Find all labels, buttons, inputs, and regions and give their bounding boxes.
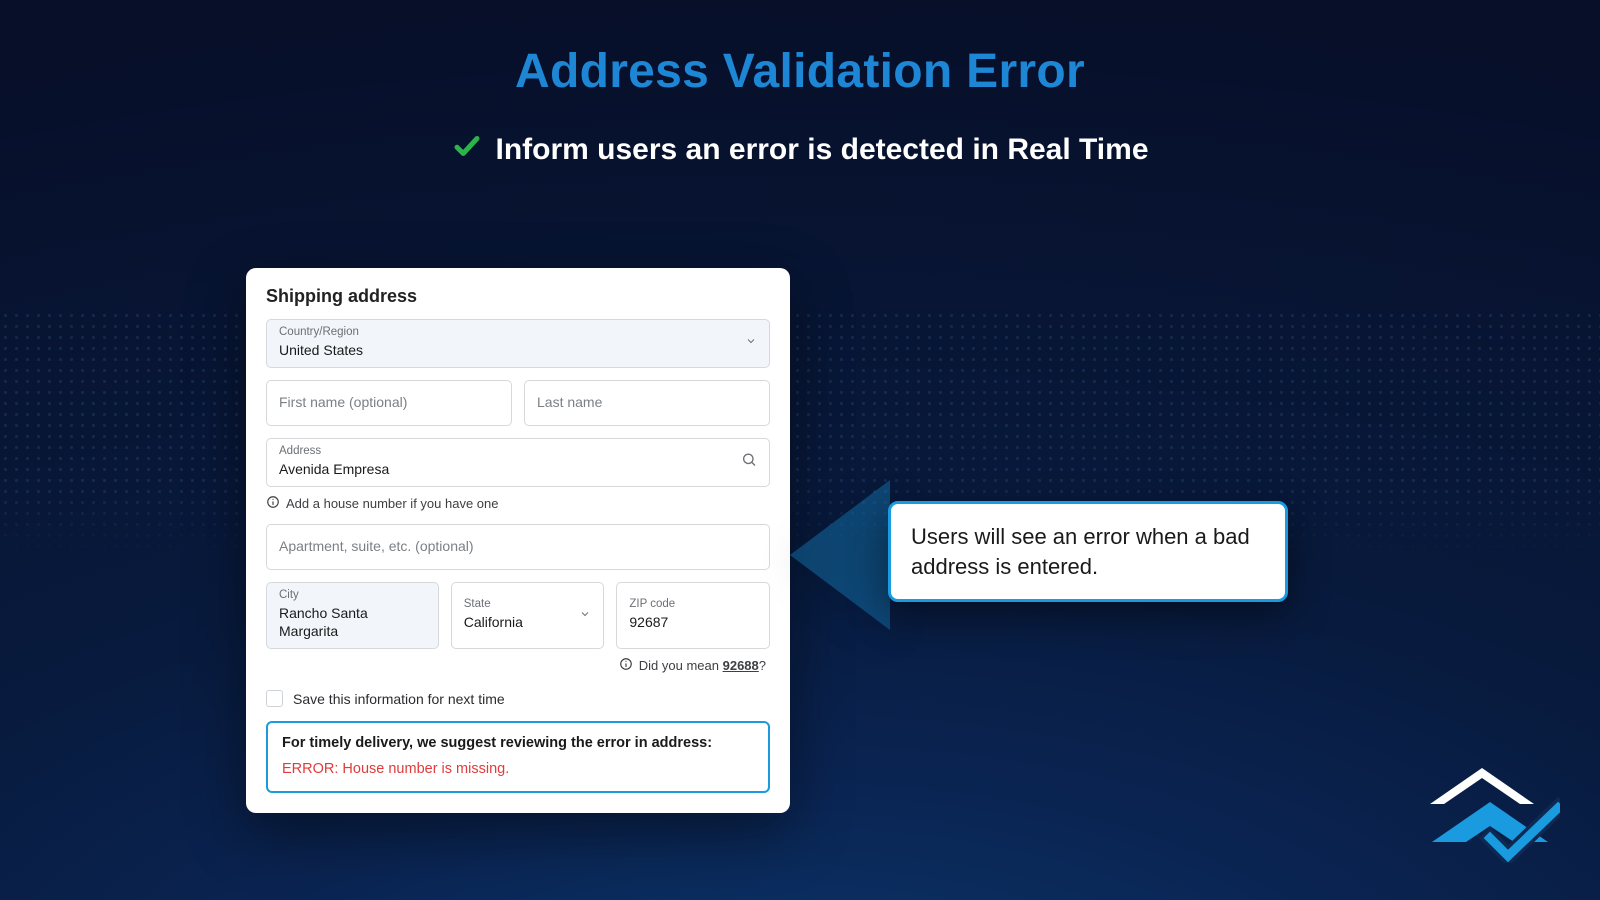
state-select[interactable]: State California bbox=[451, 582, 605, 649]
zip-hint-prefix: Did you mean bbox=[639, 658, 723, 673]
city-value: Rancho Santa Margarita bbox=[279, 604, 426, 640]
city-input[interactable]: City Rancho Santa Margarita bbox=[266, 582, 439, 649]
brand-logo bbox=[1430, 768, 1560, 868]
error-panel: For timely delivery, we suggest reviewin… bbox=[266, 721, 770, 793]
search-icon bbox=[741, 452, 757, 473]
state-label: State bbox=[464, 598, 592, 612]
chevron-down-icon bbox=[745, 334, 757, 352]
apartment-placeholder: Apartment, suite, etc. (optional) bbox=[279, 538, 757, 554]
section-title: Shipping address bbox=[266, 286, 770, 307]
first-name-input[interactable]: First name (optional) bbox=[266, 380, 512, 426]
address-input[interactable]: Address Avenida Empresa bbox=[266, 438, 770, 487]
city-label: City bbox=[279, 589, 426, 603]
country-select[interactable]: Country/Region United States bbox=[266, 319, 770, 368]
shipping-address-card: Shipping address Country/Region United S… bbox=[246, 268, 790, 813]
first-name-placeholder: First name (optional) bbox=[279, 394, 499, 410]
skyline-decoration bbox=[0, 310, 1600, 560]
country-label: Country/Region bbox=[279, 326, 757, 340]
explainer-callout: Users will see an error when a bad addre… bbox=[888, 501, 1288, 602]
address-label: Address bbox=[279, 445, 757, 459]
error-message: ERROR: House number is missing. bbox=[282, 761, 754, 777]
zip-input[interactable]: ZIP code 92687 bbox=[616, 582, 770, 649]
save-info-label: Save this information for next time bbox=[293, 691, 505, 707]
last-name-input[interactable]: Last name bbox=[524, 380, 770, 426]
page-title: Address Validation Error bbox=[0, 0, 1600, 99]
save-info-checkbox[interactable] bbox=[266, 690, 283, 707]
country-value: United States bbox=[279, 341, 757, 359]
subtitle: Inform users an error is detected in Rea… bbox=[0, 131, 1600, 169]
state-value: California bbox=[464, 613, 592, 631]
last-name-placeholder: Last name bbox=[537, 394, 757, 410]
address-hint-text: Add a house number if you have one bbox=[286, 496, 498, 511]
apartment-input[interactable]: Apartment, suite, etc. (optional) bbox=[266, 524, 770, 570]
zip-label: ZIP code bbox=[629, 598, 757, 612]
callout-text: Users will see an error when a bad addre… bbox=[911, 524, 1250, 579]
info-icon bbox=[266, 495, 280, 512]
address-value: Avenida Empresa bbox=[279, 460, 757, 478]
subtitle-text: Inform users an error is detected in Rea… bbox=[496, 133, 1149, 167]
chevron-down-icon bbox=[579, 607, 591, 625]
address-hint: Add a house number if you have one bbox=[266, 495, 770, 512]
save-info-row: Save this information for next time bbox=[266, 690, 770, 707]
zip-hint-value: 92688 bbox=[723, 658, 759, 673]
error-lead: For timely delivery, we suggest reviewin… bbox=[282, 735, 754, 751]
zip-value: 92687 bbox=[629, 613, 757, 631]
zip-hint-suffix: ? bbox=[759, 658, 766, 673]
check-icon bbox=[452, 131, 482, 169]
zip-suggestion[interactable]: Did you mean 92688? bbox=[266, 657, 770, 674]
callout-arrow bbox=[790, 480, 890, 630]
info-icon bbox=[619, 657, 633, 674]
